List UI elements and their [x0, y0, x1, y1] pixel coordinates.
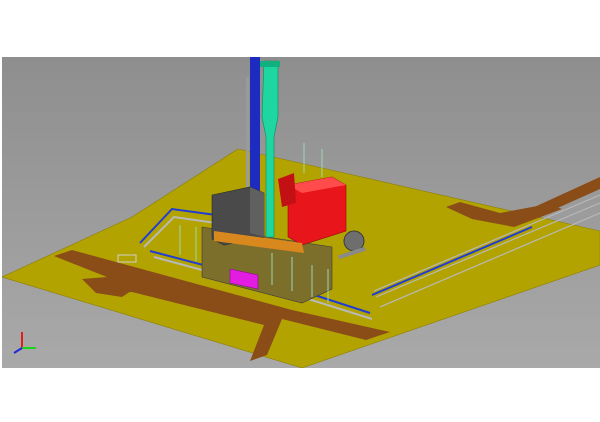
- chimney-stack: [250, 57, 260, 209]
- xyz-axis-triad-icon: [13, 332, 36, 354]
- plant-3d-model[interactable]: [2, 57, 600, 368]
- boiler-housing-side: [250, 187, 264, 237]
- 3d-viewport[interactable]: [2, 57, 600, 368]
- tower-ring-top: [260, 61, 280, 67]
- axis-y-icon: [13, 347, 23, 354]
